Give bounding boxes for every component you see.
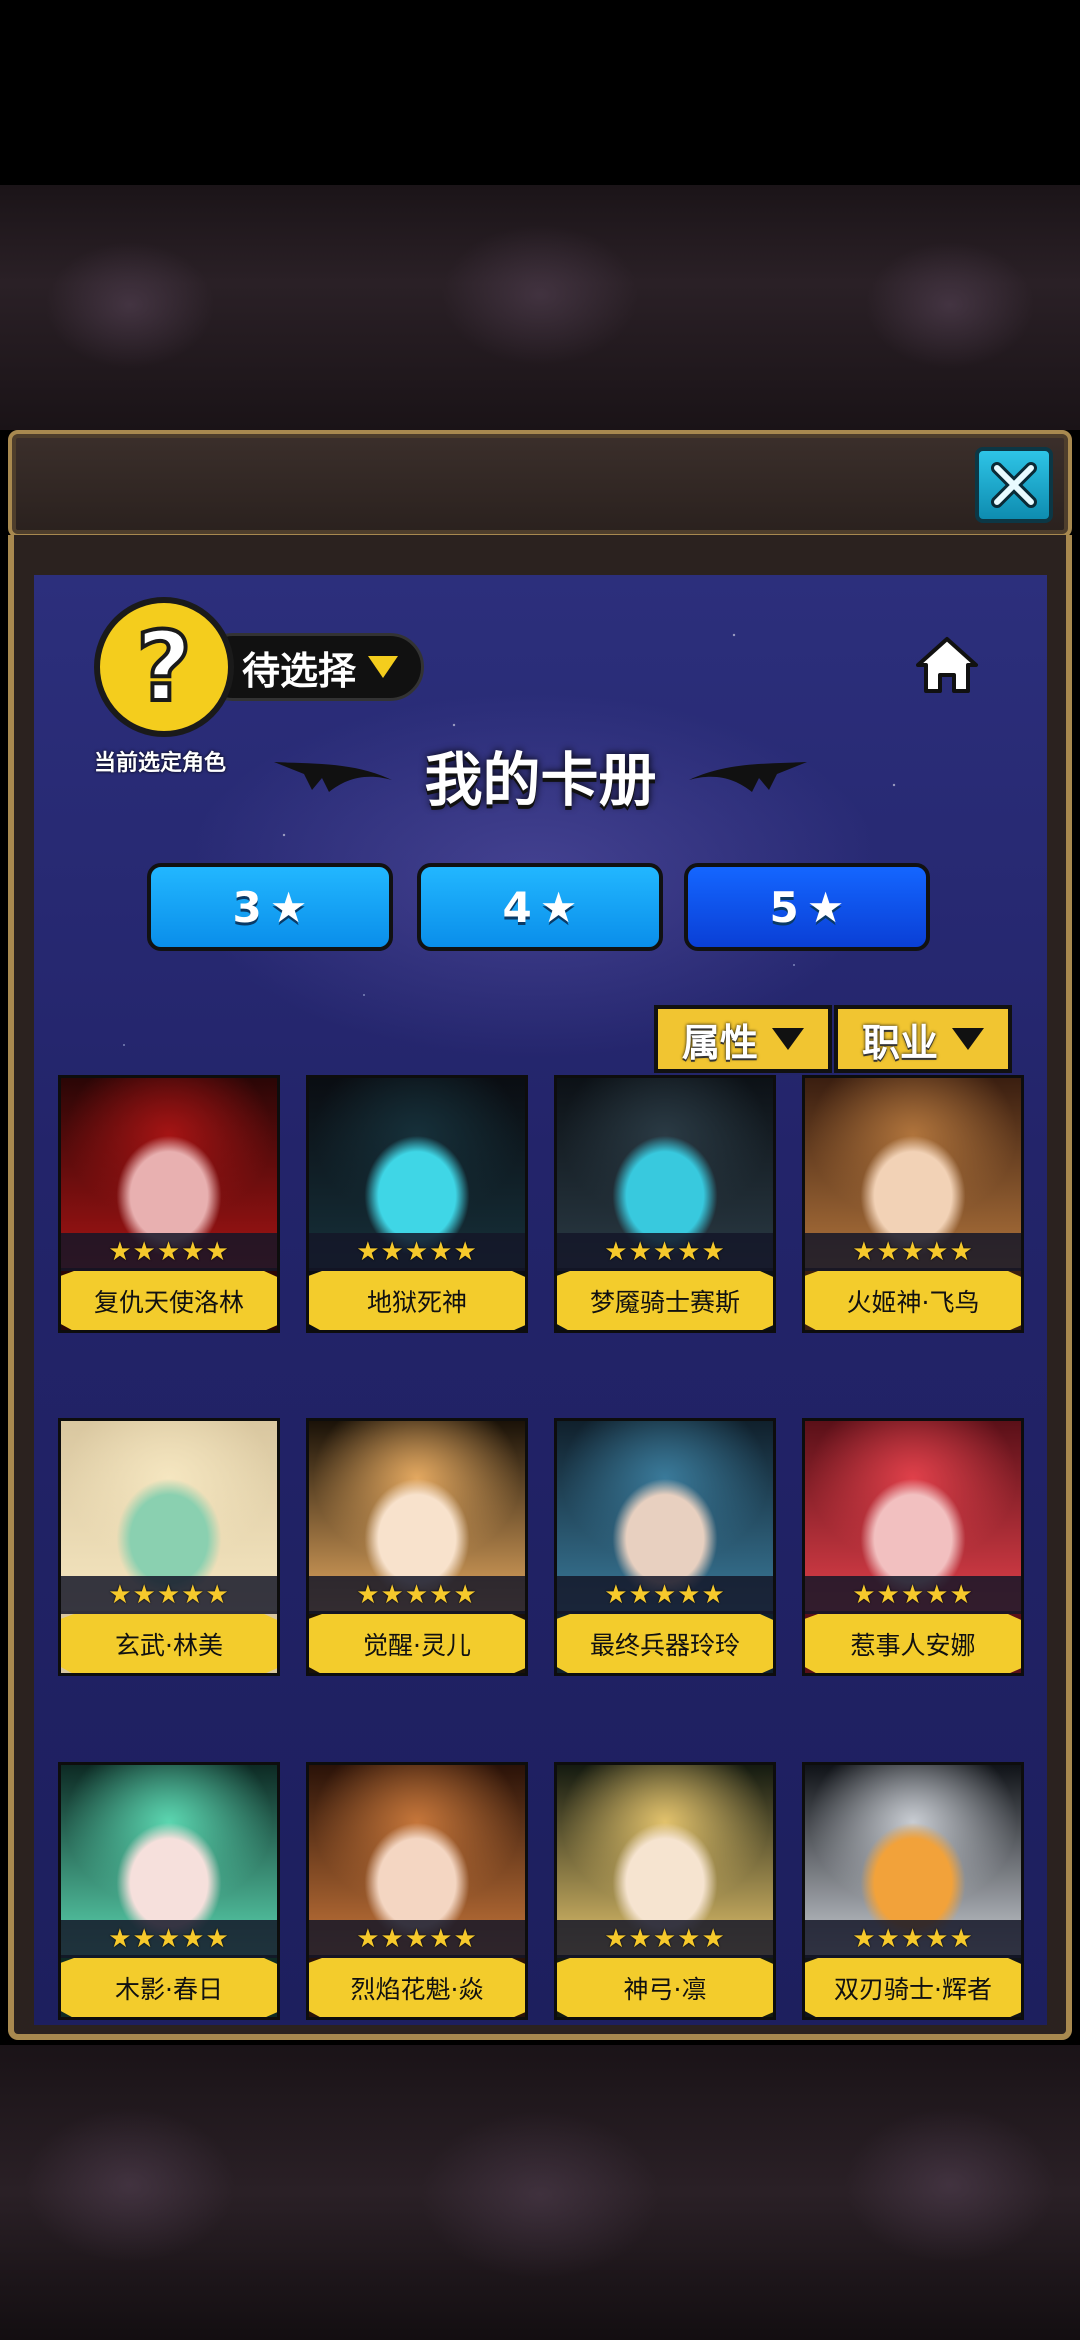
character-name: 烈焰花魁·焱 bbox=[309, 1958, 525, 2017]
character-card[interactable]: ★★★★★ 玄武·林美 bbox=[58, 1418, 280, 1676]
dialog-title-bar bbox=[8, 430, 1072, 538]
character-name: 火姬神·飞鸟 bbox=[805, 1271, 1021, 1330]
character-name: 地狱死神 bbox=[309, 1271, 525, 1330]
tab-3-star[interactable]: 3 ★ bbox=[147, 863, 393, 951]
filter-label: 属性 bbox=[681, 1020, 758, 1065]
chevron-down-icon bbox=[772, 1028, 804, 1050]
character-card[interactable]: ★★★★★ 火姬神·飞鸟 bbox=[802, 1075, 1024, 1333]
star-icon: ★ bbox=[269, 882, 308, 932]
character-name: 木影·春日 bbox=[61, 1958, 277, 2017]
character-card[interactable]: ★★★★★ 最终兵器玲玲 bbox=[554, 1418, 776, 1676]
tab-label: 3 bbox=[232, 882, 262, 932]
page-title: 我的卡册 bbox=[424, 746, 657, 814]
character-card[interactable]: ★★★★★ 复仇天使洛林 bbox=[58, 1075, 280, 1333]
class-filter-button[interactable]: 职业 bbox=[834, 1005, 1012, 1073]
attribute-filter-button[interactable]: 属性 bbox=[654, 1005, 832, 1073]
left-wing-icon bbox=[274, 762, 393, 792]
character-name: 神弓·凛 bbox=[557, 1958, 773, 2017]
close-button[interactable] bbox=[975, 447, 1053, 523]
character-card[interactable]: ★★★★★ 双刃骑士·辉者 bbox=[802, 1762, 1024, 2020]
star-rating: ★★★★★ bbox=[805, 1576, 1021, 1614]
star-rating: ★★★★★ bbox=[805, 1233, 1021, 1271]
star-rating: ★★★★★ bbox=[557, 1576, 773, 1614]
character-card[interactable]: ★★★★★ 地狱死神 bbox=[306, 1075, 528, 1333]
chevron-down-icon bbox=[952, 1028, 984, 1050]
filter-label: 职业 bbox=[861, 1020, 938, 1065]
star-rating: ★★★★★ bbox=[309, 1576, 525, 1614]
star-rating: ★★★★★ bbox=[557, 1233, 773, 1271]
tab-5-star[interactable]: 5 ★ bbox=[684, 863, 930, 951]
character-card[interactable]: ★★★★★ 惹事人安娜 bbox=[802, 1418, 1024, 1676]
star-rating: ★★★★★ bbox=[61, 1576, 277, 1614]
home-icon[interactable] bbox=[914, 635, 980, 695]
character-name: 梦魇骑士赛斯 bbox=[557, 1271, 773, 1330]
star-icon: ★ bbox=[539, 882, 578, 932]
star-rating: ★★★★★ bbox=[309, 1233, 525, 1271]
star-rating: ★★★★★ bbox=[61, 1920, 277, 1958]
star-rating: ★★★★★ bbox=[557, 1920, 773, 1958]
card-album-panel: ? 待选择 当前选定角色 我的卡册 3 ★ 4 ★ 5 ★ 属性 职业 ★★★★… bbox=[34, 575, 1047, 2025]
question-mark-icon: ? bbox=[134, 609, 194, 725]
character-name: 惹事人安娜 bbox=[805, 1614, 1021, 1673]
character-card[interactable]: ★★★★★ 神弓·凛 bbox=[554, 1762, 776, 2020]
right-wing-icon bbox=[688, 762, 807, 792]
character-card[interactable]: ★★★★★ 梦魇骑士赛斯 bbox=[554, 1075, 776, 1333]
character-name: 最终兵器玲玲 bbox=[557, 1614, 773, 1673]
tab-label: 5 bbox=[769, 882, 799, 932]
character-card[interactable]: ★★★★★ 烈焰花魁·焱 bbox=[306, 1762, 528, 2020]
album-title-row: 我的卡册 bbox=[34, 735, 1047, 815]
character-name: 玄武·林美 bbox=[61, 1614, 277, 1673]
status-area bbox=[0, 0, 1080, 185]
ornate-background-bottom bbox=[0, 2045, 1080, 2340]
ornate-background-top bbox=[0, 185, 1080, 430]
star-rating: ★★★★★ bbox=[61, 1233, 277, 1271]
dropdown-label: 待选择 bbox=[242, 648, 357, 693]
character-card[interactable]: ★★★★★ 觉醒·灵儿 bbox=[306, 1418, 528, 1676]
star-rating: ★★★★★ bbox=[805, 1920, 1021, 1958]
character-card[interactable]: ★★★★★ 木影·春日 bbox=[58, 1762, 280, 2020]
current-character-badge[interactable]: ? bbox=[94, 597, 234, 737]
close-icon bbox=[991, 462, 1037, 508]
star-icon: ★ bbox=[806, 882, 845, 932]
star-rating: ★★★★★ bbox=[309, 1920, 525, 1958]
chevron-down-icon bbox=[368, 656, 399, 678]
tab-4-star[interactable]: 4 ★ bbox=[417, 863, 663, 951]
tab-label: 4 bbox=[502, 882, 532, 932]
character-name: 觉醒·灵儿 bbox=[309, 1614, 525, 1673]
character-name: 双刃骑士·辉者 bbox=[805, 1958, 1021, 2017]
character-name: 复仇天使洛林 bbox=[61, 1271, 277, 1330]
